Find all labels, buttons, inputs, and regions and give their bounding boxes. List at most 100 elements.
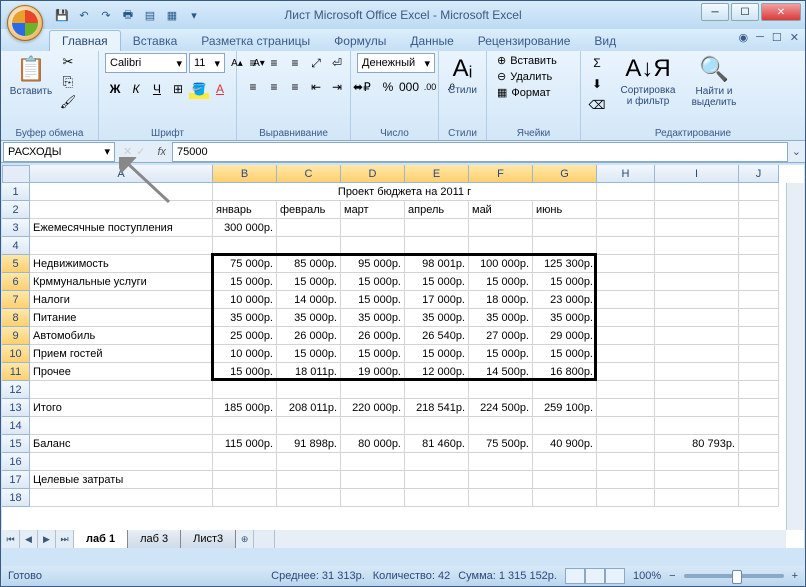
cell[interactable] <box>597 345 655 363</box>
cell[interactable] <box>597 219 655 237</box>
cell[interactable] <box>655 471 739 489</box>
row-header[interactable]: 12 <box>2 381 30 399</box>
cell[interactable]: 81 460р. <box>405 435 469 453</box>
cell[interactable] <box>405 489 469 507</box>
row-header[interactable]: 16 <box>2 453 30 471</box>
row-header[interactable]: 6 <box>2 273 30 291</box>
cell[interactable]: Итого <box>30 399 213 417</box>
cell[interactable]: 218 541р. <box>405 399 469 417</box>
cell[interactable] <box>597 363 655 381</box>
cell[interactable]: Питание <box>30 309 213 327</box>
cell[interactable]: 85 000р. <box>277 255 341 273</box>
cell[interactable]: Прием гостей <box>30 345 213 363</box>
cell[interactable]: 23 000р. <box>533 291 597 309</box>
cell[interactable]: 29 000р. <box>533 327 597 345</box>
cell[interactable] <box>341 417 405 435</box>
col-header[interactable]: G <box>533 165 597 183</box>
col-header[interactable]: I <box>655 165 739 183</box>
cell[interactable] <box>341 237 405 255</box>
cell[interactable]: 100 000р. <box>469 255 533 273</box>
row-header[interactable]: 8 <box>2 309 30 327</box>
cell[interactable]: 14 500р. <box>469 363 533 381</box>
delete-cells-button[interactable]: ⊖Удалить <box>493 69 561 84</box>
normal-view-icon[interactable] <box>565 568 585 584</box>
cell[interactable] <box>341 381 405 399</box>
cell[interactable] <box>405 453 469 471</box>
cell[interactable]: 15 000р. <box>469 345 533 363</box>
close-workbook-icon[interactable]: ✕ <box>790 31 799 44</box>
cell[interactable]: март <box>341 201 405 219</box>
cell[interactable] <box>655 273 739 291</box>
cell[interactable] <box>469 489 533 507</box>
cell[interactable] <box>739 471 779 489</box>
cell[interactable]: 115 000р. <box>213 435 277 453</box>
new-sheet-icon[interactable]: ⊕ <box>236 530 254 548</box>
comma-icon[interactable]: 000 <box>399 77 419 97</box>
cell[interactable]: 91 898р. <box>277 435 341 453</box>
cell[interactable] <box>739 273 779 291</box>
cell[interactable]: 19 000р. <box>341 363 405 381</box>
cell[interactable] <box>739 435 779 453</box>
row-header[interactable]: 2 <box>2 201 30 219</box>
cell[interactable]: 15 000р. <box>341 345 405 363</box>
row-header[interactable]: 15 <box>2 435 30 453</box>
cell[interactable] <box>655 255 739 273</box>
zoom-out-icon[interactable]: − <box>669 570 675 582</box>
cell[interactable] <box>597 489 655 507</box>
cell[interactable]: февраль <box>277 201 341 219</box>
vertical-scrollbar[interactable] <box>786 183 804 530</box>
col-header[interactable]: F <box>469 165 533 183</box>
cell[interactable]: июнь <box>533 201 597 219</box>
cell[interactable] <box>30 201 213 219</box>
cell[interactable] <box>739 381 779 399</box>
cell[interactable] <box>213 237 277 255</box>
zoom-level[interactable]: 100% <box>633 570 661 582</box>
cell[interactable] <box>655 327 739 345</box>
cell[interactable]: 15 000р. <box>341 291 405 309</box>
cell[interactable]: апрель <box>405 201 469 219</box>
align-left-icon[interactable]: ≡ <box>243 77 263 97</box>
cell[interactable] <box>30 489 213 507</box>
close-button[interactable]: ✕ <box>761 3 801 21</box>
cell[interactable] <box>597 471 655 489</box>
cell[interactable]: 80 793р. <box>655 435 739 453</box>
font-name-combo[interactable]: Calibri▾ <box>105 53 187 73</box>
percent-icon[interactable]: % <box>378 77 398 97</box>
cell[interactable] <box>341 471 405 489</box>
row-header[interactable]: 1 <box>2 183 30 201</box>
cell[interactable] <box>655 183 739 201</box>
cell[interactable] <box>30 417 213 435</box>
cell[interactable]: 26 540р. <box>405 327 469 345</box>
cell[interactable] <box>655 219 739 237</box>
cell[interactable]: 15 000р. <box>277 273 341 291</box>
col-header[interactable]: A <box>30 165 213 183</box>
cell[interactable]: 15 000р. <box>469 273 533 291</box>
cell[interactable] <box>277 453 341 471</box>
col-header[interactable]: J <box>739 165 779 183</box>
cell[interactable] <box>739 183 779 201</box>
insert-cells-button[interactable]: ⊕Вставить <box>493 53 561 68</box>
cell[interactable] <box>277 381 341 399</box>
cell[interactable] <box>405 237 469 255</box>
cell[interactable] <box>469 453 533 471</box>
cell[interactable] <box>469 417 533 435</box>
row-header[interactable]: 14 <box>2 417 30 435</box>
column-headers[interactable]: ABCDEFGHIJ <box>30 165 786 183</box>
cell[interactable]: 15 000р. <box>405 273 469 291</box>
cell[interactable]: Прочее <box>30 363 213 381</box>
tab-insert[interactable]: Вставка <box>121 31 190 51</box>
cell[interactable] <box>597 255 655 273</box>
inc-decimal-icon[interactable]: .00 <box>420 77 440 97</box>
cell[interactable]: май <box>469 201 533 219</box>
cell[interactable] <box>655 291 739 309</box>
align-right-icon[interactable]: ≡ <box>285 77 305 97</box>
cell[interactable] <box>597 435 655 453</box>
cell[interactable] <box>739 309 779 327</box>
save-icon[interactable]: 💾 <box>53 6 71 24</box>
cell[interactable] <box>30 453 213 471</box>
cell[interactable] <box>405 471 469 489</box>
qat-icon[interactable]: ▦ <box>163 6 181 24</box>
cell[interactable]: 16 800р. <box>533 363 597 381</box>
border-icon[interactable]: ⊞ <box>168 79 188 99</box>
cell[interactable] <box>597 237 655 255</box>
